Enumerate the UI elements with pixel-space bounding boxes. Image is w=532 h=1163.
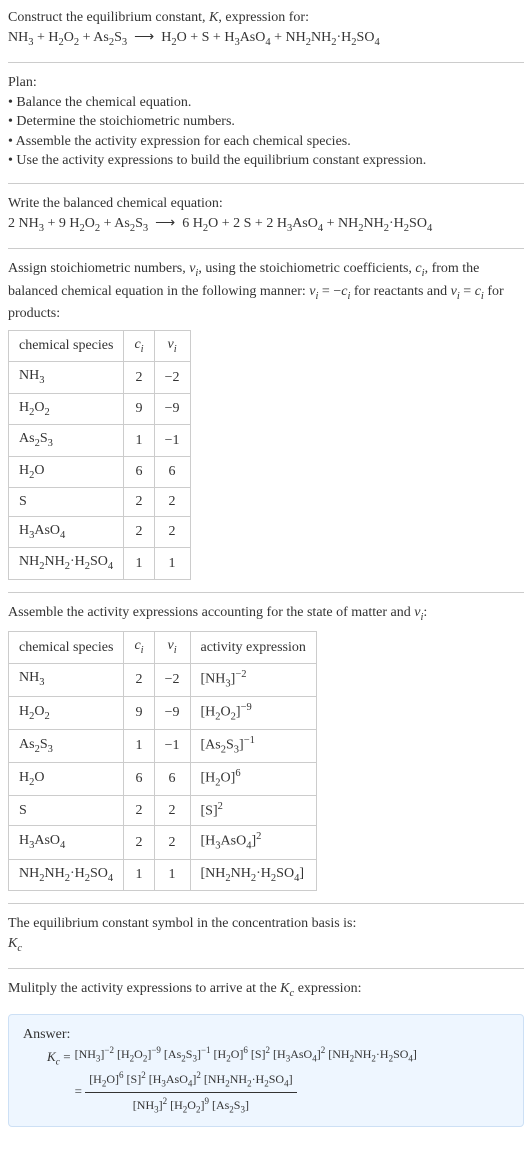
table-row: S22[S]2 (9, 796, 317, 826)
denominator: [NH3]2 [H2O2]9 [As2S3] (85, 1093, 296, 1116)
answer-expression-body: [NH3]−2 [H2O2]−9 [As2S3]−1 [H2O]6 [S]2 [… (75, 1044, 417, 1116)
multiply-block: Mulitply the activity expressions to arr… (8, 979, 524, 1001)
table-row: NH2NH2·H2SO411[NH2NH2·H2SO4] (9, 859, 317, 890)
kc-equals: Kc = (47, 1044, 71, 1069)
equals-sign: = (75, 1084, 86, 1099)
assign-text: Assign stoichiometric numbers, νi, using… (8, 261, 504, 321)
intro-text: Construct the equilibrium constant, K, e… (8, 10, 309, 25)
col-vi: νi (154, 632, 190, 663)
numerator: [H2O]6 [S]2 [H3AsO4]2 [NH2NH2·H2SO4] (85, 1069, 296, 1093)
answer-label: Answer: (23, 1027, 70, 1042)
col-ci: ci (124, 632, 154, 663)
plan-step-1: • Balance the chemical equation. (8, 93, 524, 113)
fraction-form: = [H2O]6 [S]2 [H3AsO4]2 [NH2NH2·H2SO4] [… (75, 1069, 417, 1116)
table-row: H3AsO422[H3AsO4]2 (9, 826, 317, 859)
answer-box: Answer: Kc = [NH3]−2 [H2O2]−9 [As2S3]−1 … (8, 1014, 524, 1128)
divider (8, 592, 524, 593)
divider (8, 62, 524, 63)
col-ci: ci (124, 330, 154, 361)
balanced-heading: Write the balanced chemical equation: (8, 196, 223, 211)
kc-symbol-block: The equilibrium constant symbol in the c… (8, 914, 524, 956)
table-row: H2O66 (9, 456, 191, 487)
table-row: NH32−2 (9, 362, 191, 393)
assemble-text: Assemble the activity expressions accoun… (8, 605, 427, 620)
table-row: NH2NH2·H2SO411 (9, 548, 191, 579)
col-vi: νi (154, 330, 190, 361)
col-species: chemical species (9, 330, 124, 361)
multiply-text: Mulitply the activity expressions to arr… (8, 981, 361, 996)
intro-K: K (209, 10, 218, 25)
table-row: H2O29−9 (9, 393, 191, 424)
divider (8, 248, 524, 249)
table-row: As2S31−1 (9, 425, 191, 456)
table-header-row: chemical species ci νi (9, 330, 191, 361)
plan-step-3: • Assemble the activity expression for e… (8, 132, 524, 152)
answer-equation: Kc = [NH3]−2 [H2O2]−9 [As2S3]−1 [H2O]6 [… (47, 1044, 509, 1116)
table-row: H2O66[H2O]6 (9, 763, 317, 796)
plan-step-4: • Use the activity expressions to build … (8, 151, 524, 171)
fraction: [H2O]6 [S]2 [H3AsO4]2 [NH2NH2·H2SO4] [NH… (85, 1069, 296, 1116)
table-row: H3AsO422 (9, 516, 191, 547)
table-row: NH32−2[NH3]−2 (9, 663, 317, 696)
plan-block: Plan: • Balance the chemical equation. •… (8, 73, 524, 171)
plan-title: Plan: (8, 73, 524, 93)
table-header-row: chemical species ci νi activity expressi… (9, 632, 317, 663)
divider (8, 903, 524, 904)
divider (8, 183, 524, 184)
table-row: S22 (9, 488, 191, 517)
table-row: H2O29−9[H2O2]−9 (9, 696, 317, 729)
plan-step-2: • Determine the stoichiometric numbers. (8, 112, 524, 132)
unbalanced-equation: NH3 + H2O2 + As2S3 ⟶ H2O + S + H3AsO4 + … (8, 30, 380, 45)
balanced-block: Write the balanced chemical equation: 2 … (8, 194, 524, 236)
kc-symbol: Kc (8, 936, 22, 951)
assign-block: Assign stoichiometric numbers, νi, using… (8, 259, 524, 580)
activity-block: Assemble the activity expressions accoun… (8, 603, 524, 891)
divider (8, 968, 524, 969)
intro-block: Construct the equilibrium constant, K, e… (8, 8, 524, 50)
col-activity: activity expression (190, 632, 316, 663)
table-row: As2S31−1[As2S3]−1 (9, 729, 317, 762)
activity-table: chemical species ci νi activity expressi… (8, 631, 317, 891)
balanced-equation: 2 NH3 + 9 H2O2 + As2S3 ⟶ 6 H2O + 2 S + 2… (8, 216, 432, 231)
intro-prefix: Construct the equilibrium constant, (8, 10, 209, 25)
stoich-table: chemical species ci νi NH32−2 H2O29−9 As… (8, 330, 191, 580)
product-form: [NH3]−2 [H2O2]−9 [As2S3]−1 [H2O]6 [S]2 [… (75, 1044, 417, 1065)
kc-symbol-text: The equilibrium constant symbol in the c… (8, 916, 356, 931)
intro-suffix: , expression for: (218, 10, 309, 25)
col-species: chemical species (9, 632, 124, 663)
